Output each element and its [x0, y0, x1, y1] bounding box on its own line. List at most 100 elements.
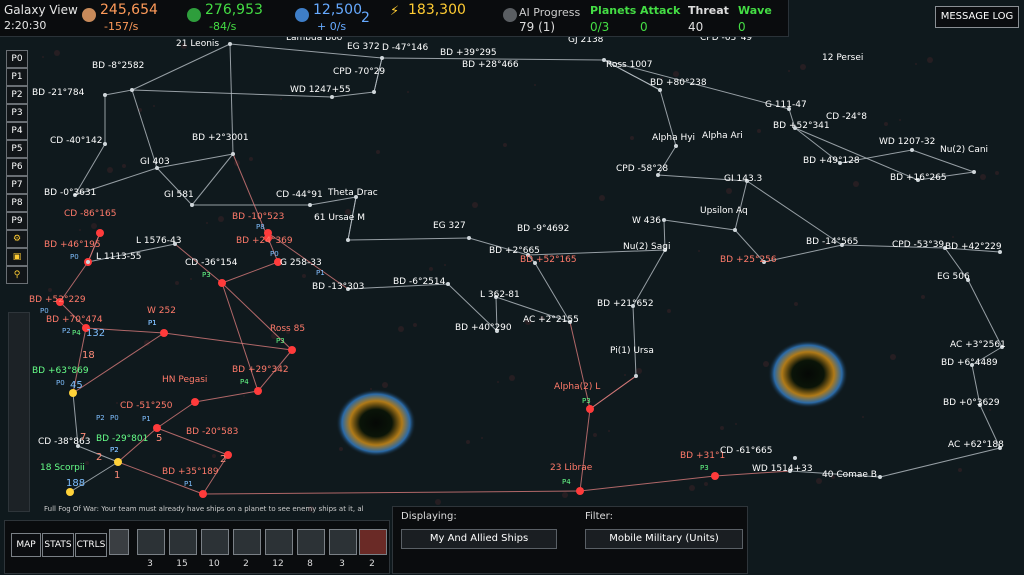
star-label[interactable]: BD +24°369	[236, 236, 293, 246]
filter-select[interactable]: Mobile Military (Units)	[585, 529, 743, 549]
star-label[interactable]: 21 Leonis	[176, 39, 219, 49]
unit-slot-2[interactable]	[169, 529, 197, 555]
star-node[interactable]	[662, 218, 666, 222]
star-label[interactable]: BD -0°3631	[44, 188, 96, 198]
star-label[interactable]: BD -13°303	[312, 282, 364, 292]
side-scrollbar[interactable]	[8, 312, 30, 512]
star-label[interactable]: CD -44°91	[276, 190, 323, 200]
player-button-p3[interactable]: P3	[6, 104, 28, 122]
unit-slot-bracket[interactable]	[109, 529, 129, 555]
star-label[interactable]: BD +52°229	[29, 295, 86, 305]
star-node[interactable]	[199, 490, 207, 498]
star-label[interactable]: BD -14°565	[806, 237, 858, 247]
star-label[interactable]: BD +35°189	[162, 467, 219, 477]
star-label[interactable]: WD 1207-32	[879, 137, 935, 147]
star-label[interactable]: BD +80°238	[650, 78, 707, 88]
star-label[interactable]: BD +16°265	[890, 173, 947, 183]
star-label[interactable]: Alpha Hyi	[652, 133, 695, 143]
star-label[interactable]: BD +40°290	[455, 323, 512, 333]
star-label[interactable]: BD +21°652	[597, 299, 654, 309]
search-icon[interactable]: ⚲	[6, 266, 28, 284]
star-node[interactable]	[711, 472, 719, 480]
star-label[interactable]: BD +63°869	[32, 366, 89, 376]
star-node[interactable]	[114, 458, 122, 466]
star-label[interactable]: BD +49°128	[803, 156, 860, 166]
unit-slot-5[interactable]	[265, 529, 293, 555]
star-label[interactable]: AC +62°188	[948, 440, 1004, 450]
star-label[interactable]: CD -51°250	[120, 401, 173, 411]
star-node[interactable]	[218, 279, 226, 287]
star-label[interactable]: BD -10°523	[232, 212, 284, 222]
player-button-p9[interactable]: P9	[6, 212, 28, 230]
star-label[interactable]: GI 143.3	[724, 174, 762, 184]
star-node[interactable]	[878, 475, 882, 479]
unit-slot-6[interactable]	[297, 529, 325, 555]
player-button-p0[interactable]: P0	[6, 50, 28, 68]
player-button-p2[interactable]: P2	[6, 86, 28, 104]
star-label[interactable]: Alpha(2) L	[554, 382, 600, 392]
star-node[interactable]	[658, 88, 662, 92]
star-label[interactable]: CPD -58°28	[616, 164, 668, 174]
star-label[interactable]: BD +28°466	[462, 60, 519, 70]
star-label[interactable]: BD +70°474	[46, 315, 103, 325]
star-node[interactable]	[231, 152, 235, 156]
message-log-button[interactable]: MESSAGE LOG	[935, 6, 1019, 28]
star-label[interactable]: W 252	[147, 306, 176, 316]
star-node[interactable]	[153, 424, 161, 432]
star-label[interactable]: BD -29°801	[96, 434, 148, 444]
star-label[interactable]: Theta Drac	[327, 188, 378, 198]
unit-slot-7[interactable]	[329, 529, 357, 555]
lock-icon[interactable]: ▣	[6, 248, 28, 266]
star-node[interactable]	[86, 260, 90, 264]
star-label[interactable]: WD 1514+33	[752, 464, 813, 474]
star-node[interactable]	[634, 374, 638, 378]
player-button-p6[interactable]: P6	[6, 158, 28, 176]
star-label[interactable]: Nu(2) Sagi	[623, 242, 671, 252]
star-label[interactable]: W 436	[632, 216, 661, 226]
star-label[interactable]: BD -6°2514	[393, 277, 446, 287]
star-node[interactable]	[96, 229, 104, 237]
star-label[interactable]: CPD -53°39	[892, 240, 944, 250]
star-label[interactable]: EG 327	[433, 221, 466, 231]
star-label[interactable]: WD 1247+55	[290, 85, 351, 95]
star-node[interactable]	[467, 236, 471, 240]
star-label[interactable]: BD +0°3629	[943, 398, 1000, 408]
galaxy-map[interactable]: 21 LeonisLambda BooEG 372 D -47°146 BD +39…	[0, 0, 1024, 575]
star-label[interactable]: L 362-81	[480, 290, 520, 300]
star-node[interactable]	[380, 56, 384, 60]
player-button-p4[interactable]: P4	[6, 122, 28, 140]
star-label[interactable]: Upsilon Aq	[700, 206, 748, 216]
star-label[interactable]: BD +2°3001	[192, 133, 249, 143]
star-node[interactable]	[972, 170, 976, 174]
star-label[interactable]: CD -36°154	[185, 258, 238, 268]
star-label[interactable]: CD -40°142	[50, 136, 102, 146]
star-label[interactable]: BD +25°256	[720, 255, 777, 265]
star-node[interactable]	[130, 88, 134, 92]
star-label[interactable]: BD +6°4489	[941, 358, 998, 368]
star-node[interactable]	[346, 238, 350, 242]
star-node[interactable]	[576, 487, 584, 495]
displaying-select[interactable]: My And Allied Ships	[401, 529, 557, 549]
star-node[interactable]	[228, 42, 232, 46]
star-node[interactable]	[308, 203, 312, 207]
star-label[interactable]: HN Pegasi	[162, 375, 207, 385]
star-node[interactable]	[160, 329, 168, 337]
ctrls-button[interactable]: CTRLS	[75, 533, 107, 557]
star-node[interactable]	[103, 142, 107, 146]
star-label[interactable]: EG 372	[347, 42, 380, 52]
star-label[interactable]: BD -20°583	[186, 427, 238, 437]
star-node[interactable]	[910, 148, 914, 152]
unit-slot-4[interactable]	[233, 529, 261, 555]
star-label[interactable]: Ross 1007	[606, 60, 653, 70]
star-label[interactable]: BD -8°2582	[92, 61, 144, 71]
star-node[interactable]	[733, 228, 737, 232]
star-label[interactable]: CD -86°165	[64, 209, 116, 219]
star-label[interactable]: AC +3°2561	[950, 340, 1006, 350]
star-label[interactable]: BD +31°1	[680, 451, 725, 461]
star-label[interactable]: GI 581	[164, 190, 194, 200]
star-label[interactable]: L 1113-55	[96, 252, 141, 262]
star-label[interactable]: 12 Persei	[822, 53, 863, 63]
star-label[interactable]: BD +52°165	[520, 255, 577, 265]
star-label[interactable]: 40 Comae B	[822, 470, 877, 480]
player-button-p1[interactable]: P1	[6, 68, 28, 86]
